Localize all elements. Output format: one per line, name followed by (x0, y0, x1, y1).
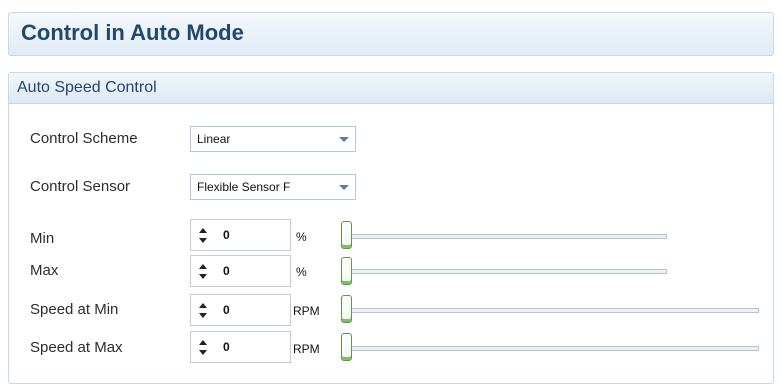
speed-at-min-label: Speed at Min (30, 301, 119, 318)
control-scheme-value: Linear (197, 132, 231, 146)
speed-at-min-spinner[interactable]: 0 (190, 294, 291, 326)
speed-at-min-slider-thumb[interactable] (341, 295, 352, 323)
speed-at-min-slider-track[interactable] (345, 308, 759, 313)
control-scheme-label: Control Scheme (30, 130, 138, 147)
speed-at-max-value: 0 (223, 340, 230, 354)
max-label: Max (30, 262, 59, 279)
speed-at-max-unit: RPM (293, 342, 320, 356)
speed-at-max-label: Speed at Max (30, 339, 123, 356)
min-label: Min (30, 230, 55, 247)
group-title: Auto Speed Control (17, 79, 157, 96)
auto-speed-control-group: Auto Speed Control Control Scheme Linear… (8, 72, 774, 384)
group-header: Auto Speed Control (9, 73, 773, 104)
control-sensor-select[interactable]: Flexible Sensor F (190, 174, 356, 200)
spin-arrows-icon[interactable] (199, 303, 207, 319)
spin-arrows-icon[interactable] (199, 340, 207, 356)
max-unit: % (296, 265, 307, 279)
max-slider-track[interactable] (345, 269, 667, 274)
speed-at-max-slider-track[interactable] (345, 346, 759, 351)
max-value: 0 (223, 264, 230, 278)
clipped-top-text (0, 0, 782, 10)
spin-arrows-icon[interactable] (199, 228, 207, 244)
speed-at-min-value: 0 (223, 303, 230, 317)
max-spinner[interactable]: 0 (190, 255, 291, 287)
chevron-down-icon[interactable] (339, 185, 349, 190)
control-sensor-label: Control Sensor (30, 178, 131, 195)
control-sensor-value: Flexible Sensor F (197, 180, 291, 194)
speed-at-max-spinner[interactable]: 0 (190, 331, 291, 363)
control-scheme-select[interactable]: Linear (190, 126, 356, 152)
spin-arrows-icon[interactable] (199, 264, 207, 280)
min-slider-thumb[interactable] (341, 221, 352, 249)
speed-at-min-unit: RPM (293, 304, 320, 318)
speed-at-max-slider-thumb[interactable] (341, 333, 352, 361)
page-title: Control in Auto Mode (21, 20, 244, 45)
page-header: Control in Auto Mode (8, 12, 774, 56)
min-unit: % (296, 230, 307, 244)
max-slider-thumb[interactable] (341, 257, 352, 285)
min-value: 0 (223, 228, 230, 242)
min-spinner[interactable]: 0 (190, 219, 291, 251)
chevron-down-icon[interactable] (339, 137, 349, 142)
min-slider-track[interactable] (345, 234, 667, 239)
